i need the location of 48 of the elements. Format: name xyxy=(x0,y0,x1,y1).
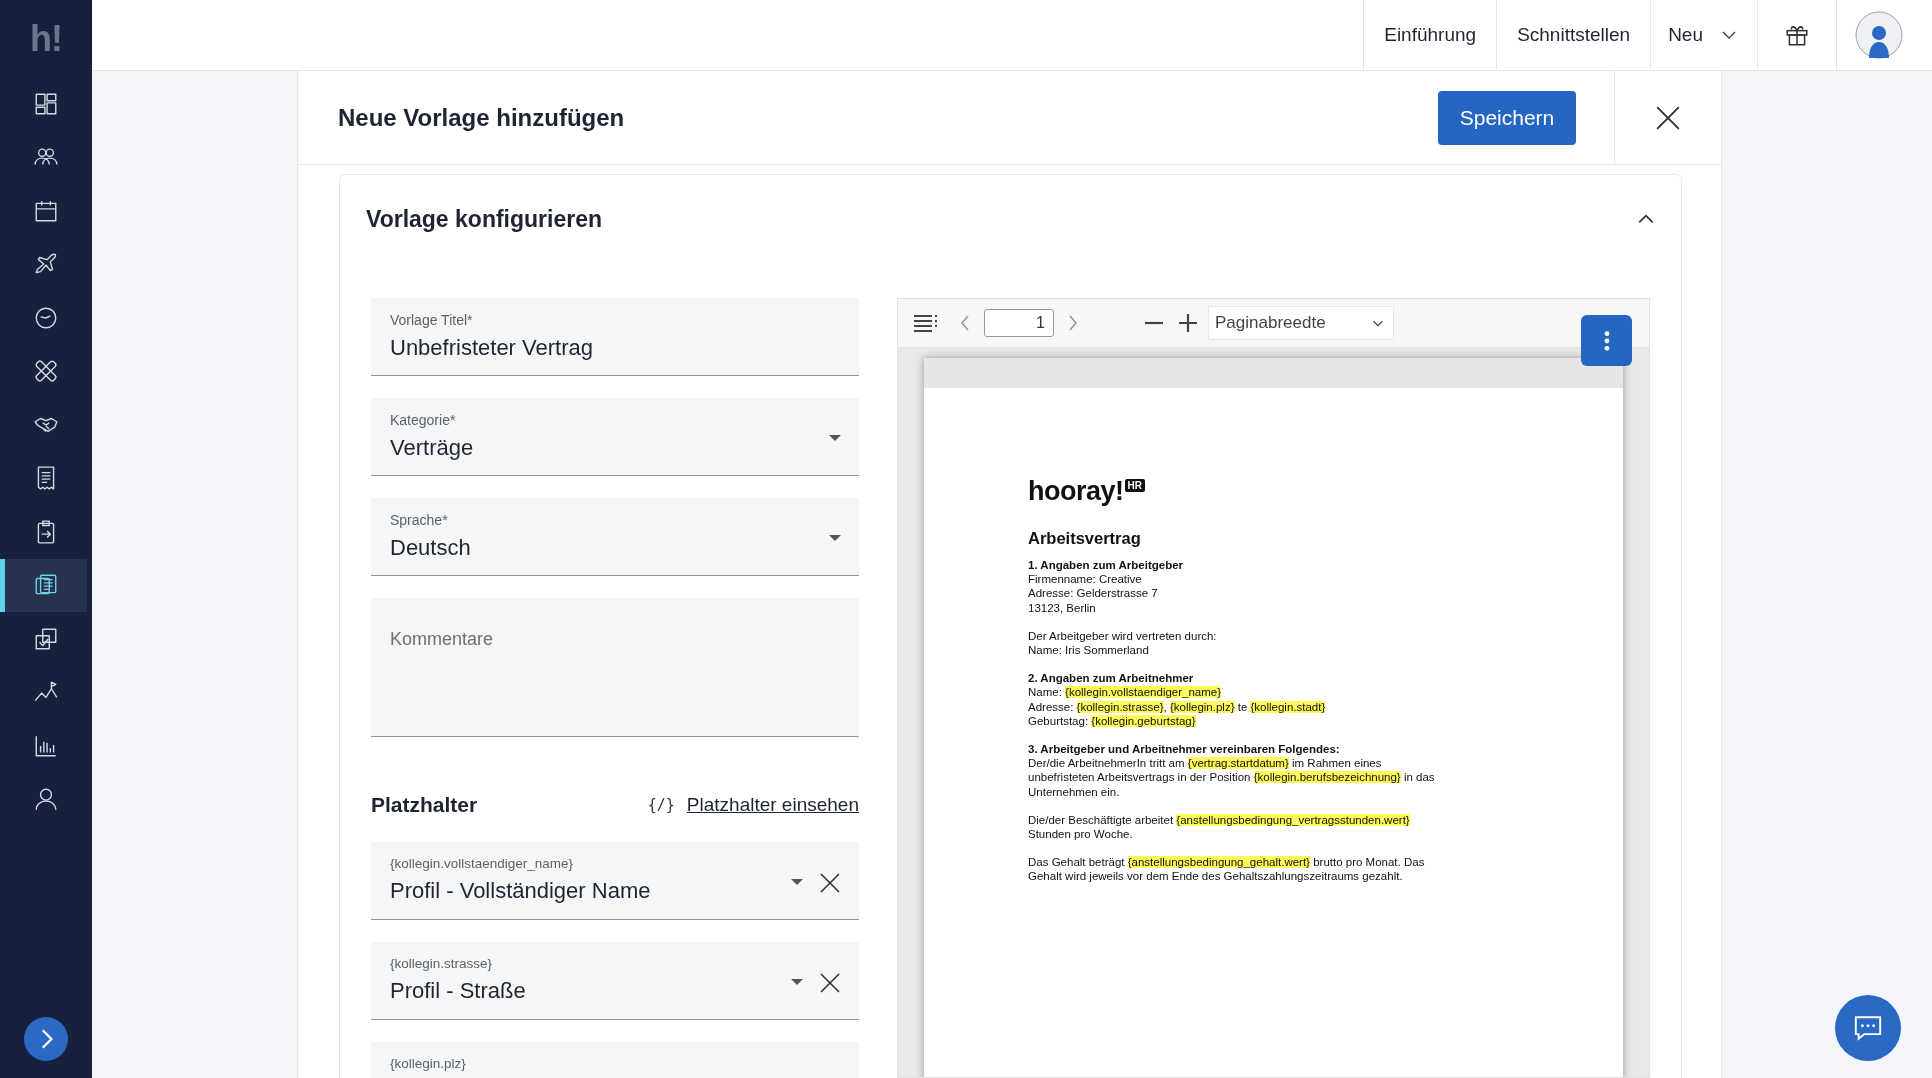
document-heading: 2. Angaben zum Arbeitnehmer xyxy=(1028,671,1195,686)
caret-icon xyxy=(829,435,841,441)
more-options-button[interactable] xyxy=(1581,315,1632,366)
document-paragraph: Das Gehalt beträgt {anstellungsbedingung_gehalt.wert} brutto pro Monat. Das Gehalt wird jeweils vor dem Ende des Gehaltszahlungszeitraums gezahlt. xyxy=(1028,855,1426,884)
next-page-icon[interactable] xyxy=(1068,315,1078,331)
sidebar-item[interactable] xyxy=(0,558,87,612)
select-field[interactable]: Kategorie* Verträge xyxy=(371,398,859,476)
placeholder-select[interactable]: {kollegin.plz} xyxy=(371,1042,859,1078)
remove-icon[interactable] xyxy=(820,973,840,993)
caret-icon xyxy=(791,979,803,985)
bandage-icon xyxy=(33,358,59,385)
select-field[interactable]: Sprache* Deutsch xyxy=(371,498,859,576)
zoom-select[interactable]: Paginabreedte xyxy=(1208,306,1394,340)
document-heading: 3. Arbeitgeber und Arbeitnehmer vereinbaren Folgendes: xyxy=(1028,742,1341,757)
outline-icon[interactable] xyxy=(914,314,938,332)
document-paragraph: Firmenname: Creative Adresse: Gelderstrasse 7 13123, Berlin xyxy=(1028,572,1159,615)
caret-icon xyxy=(829,535,841,541)
caret-icon xyxy=(791,879,803,885)
document-paragraph: Die/der Beschäftigte arbeitet {anstellungsbedingung_vertragsstunden.wert} Stunden pro Woche. xyxy=(1028,812,1411,842)
logo-badge: HR xyxy=(1124,479,1145,492)
remove-icon[interactable] xyxy=(820,873,840,893)
document-heading: 1. Angaben zum Arbeitgeber xyxy=(1028,558,1185,573)
previous-page-icon[interactable] xyxy=(960,315,970,331)
view-placeholders-link[interactable]: Platzhalter einsehen xyxy=(686,794,859,816)
close-icon[interactable] xyxy=(1655,104,1681,131)
top-nav-link[interactable]: Einführung xyxy=(1363,0,1497,70)
code-icon: {/} xyxy=(647,796,675,814)
chat-icon xyxy=(1853,1014,1883,1042)
document-paragraph: Der Arbeitgeber wird vertreten durch: Name: Iris Sommerland xyxy=(1028,628,1218,658)
document-paragraph: Der/die ArbeitnehmerIn tritt am {vertrag.startdatum} im Rahmen eines unbefristeten Arbeitsvertrags in der Position {kollegin.berufsbezeichnung} in das Unternehmen ein. xyxy=(1028,756,1436,799)
zoom-in-icon[interactable] xyxy=(1178,313,1198,333)
dialog-title: Neue Vorlage hinzufügen xyxy=(338,103,626,132)
placeholder-select[interactable]: {kollegin.vollstaendiger_name} Profil - Vollständiger Name xyxy=(371,842,859,920)
user-avatar[interactable] xyxy=(1855,11,1903,59)
document-logo: hooray! xyxy=(1028,476,1124,507)
document-title: Arbeitsvertrag xyxy=(1028,529,1142,548)
section-title: Vorlage konfigurieren xyxy=(366,205,603,233)
page-number-field[interactable]: 1 xyxy=(984,309,1054,337)
new-menu-button[interactable]: Neu xyxy=(1650,0,1757,70)
person-icon xyxy=(33,786,59,813)
placeholder-heading: Platzhalter xyxy=(371,793,479,817)
input-field[interactable]: Vorlage Titel* Unbefristeter Vertrag xyxy=(371,298,859,376)
expand-sidebar-button[interactable] xyxy=(24,1017,68,1061)
top-nav-link[interactable]: Schnittstellen xyxy=(1496,0,1651,70)
comment-field[interactable]: Kommentare xyxy=(371,598,859,737)
save-button[interactable]: Speichern xyxy=(1438,90,1576,145)
kebab-icon xyxy=(1603,329,1610,352)
placeholder-select[interactable]: {kollegin.strasse} Profil - Straße xyxy=(371,942,859,1020)
